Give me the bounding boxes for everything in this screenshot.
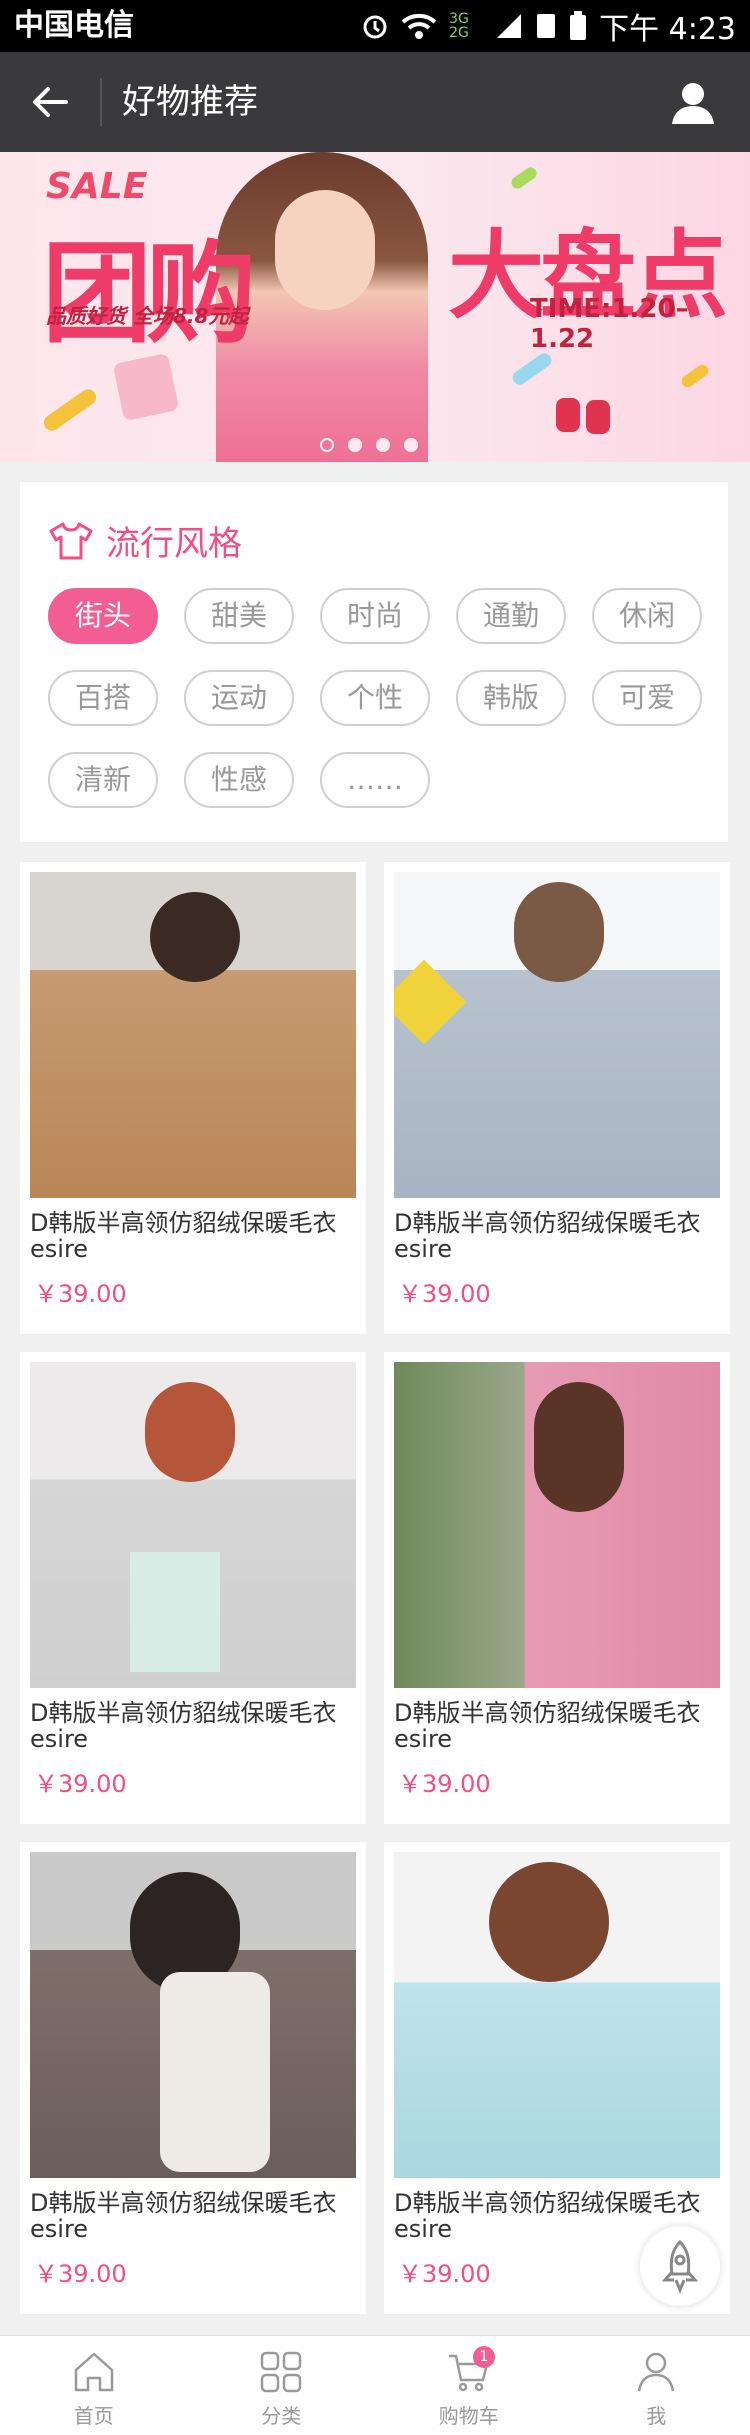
product-name: D韩版半高领仿貂绒保暖毛衣esire	[30, 1209, 337, 1263]
style-tag[interactable]: 时尚	[320, 588, 430, 644]
page-title: 好物推荐	[122, 82, 258, 122]
banner-decoration	[509, 165, 539, 191]
product-image	[394, 872, 720, 1198]
tab-label: 我	[646, 2404, 667, 2428]
carousel-dot[interactable]	[348, 438, 362, 452]
carousel-dot[interactable]	[376, 438, 390, 452]
product-figure	[394, 959, 467, 1045]
product-figure	[489, 1862, 609, 1982]
style-tag[interactable]: 甜美	[184, 588, 294, 644]
tab-label: 分类	[261, 2404, 302, 2428]
product-price: ￥39.00	[398, 1770, 491, 1798]
product-price: ￥39.00	[34, 2260, 127, 2288]
tab-cart[interactable]: 1 购物车	[375, 2336, 563, 2435]
sim-icon	[537, 14, 556, 38]
product-image	[394, 1362, 720, 1688]
style-tag[interactable]: 休闲	[592, 588, 702, 644]
carrier-name: 中国电信	[14, 8, 134, 43]
rocket-icon	[661, 2239, 699, 2295]
style-tag[interactable]: 性感	[184, 752, 294, 808]
cart-badge: 1	[473, 2346, 495, 2368]
product-image	[394, 1852, 720, 2178]
product-image	[30, 872, 356, 1198]
grid-icon	[261, 2351, 302, 2393]
alarm-icon	[363, 15, 387, 39]
product-card[interactable]: D韩版半高领仿貂绒保暖毛衣esire ￥39.00	[384, 862, 730, 1334]
product-card[interactable]: D韩版半高领仿貂绒保暖毛衣esire ￥39.00	[384, 1352, 730, 1824]
product-price: ￥39.00	[34, 1280, 127, 1308]
product-figure	[514, 882, 604, 982]
network-type: 3G 2G	[449, 11, 469, 41]
tab-label: 首页	[73, 2404, 114, 2428]
product-card[interactable]: D韩版半高领仿貂绒保暖毛衣esire ￥39.00	[20, 1842, 366, 2314]
product-grid: D韩版半高领仿貂绒保暖毛衣esire ￥39.00 D韩版半高领仿貂绒保暖毛衣e…	[20, 862, 730, 2314]
tab-bar: 首页 分类 1 购物车 我	[0, 2335, 750, 2435]
banner-decoration	[509, 350, 555, 388]
product-figure	[130, 1552, 220, 1672]
banner-sale-text: SALE	[46, 166, 148, 207]
tab-label: 购物车	[438, 2404, 499, 2428]
product-price: ￥39.00	[34, 1770, 127, 1798]
tab-me[interactable]: 我	[563, 2336, 750, 2435]
style-tag[interactable]: 百搭	[48, 670, 158, 726]
battery-icon	[570, 11, 587, 40]
banner-decoration	[40, 386, 100, 434]
carousel-dots	[320, 438, 418, 452]
banner-decoration	[586, 400, 610, 434]
style-tag[interactable]: 个性	[320, 670, 430, 726]
more-tags-button[interactable]: ……	[320, 752, 430, 808]
nav-divider	[100, 78, 102, 126]
home-icon	[74, 2352, 113, 2392]
nav-bar: 好物推荐	[0, 52, 750, 152]
carousel-dot[interactable]	[404, 438, 418, 452]
promo-banner[interactable]: SALE 团购 品质好货 全场8.8元起 大盘点 TIME:1.20–1.22	[0, 152, 750, 462]
banner-time: TIME:1.20–1.22	[530, 294, 689, 354]
banner-model-face	[275, 190, 375, 310]
style-tag[interactable]: 运动	[184, 670, 294, 726]
carousel-dot[interactable]	[320, 438, 334, 452]
banner-decoration	[679, 362, 711, 390]
signal-icon	[497, 14, 522, 38]
back-arrow-icon[interactable]	[30, 82, 70, 122]
tab-category[interactable]: 分类	[188, 2336, 376, 2435]
tab-home[interactable]: 首页	[0, 2336, 188, 2435]
styles-section: 流行风格 街头 甜美 时尚 通勤 休闲 百搭 运动 个性 韩版 可爱 清新 性感…	[20, 482, 728, 842]
banner-headline: 团购	[42, 229, 256, 358]
style-tag[interactable]: 通勤	[456, 588, 566, 644]
product-name: D韩版半高领仿貂绒保暖毛衣esire	[30, 1699, 337, 1753]
user-icon[interactable]	[670, 80, 716, 126]
product-price: ￥39.00	[398, 2260, 491, 2288]
status-bar: 中国电信 3G 2G 下午 4:23	[0, 0, 750, 52]
product-figure	[150, 892, 240, 982]
product-image	[30, 1362, 356, 1688]
status-icons: 3G 2G 下午 4:23	[361, 8, 736, 47]
user-icon	[638, 2352, 675, 2392]
product-figure	[145, 1382, 235, 1482]
styles-header: 流行风格	[48, 516, 242, 565]
product-image	[30, 1852, 356, 2178]
product-price: ￥39.00	[398, 1280, 491, 1308]
banner-subline: 品质好货 全场8.8元起	[46, 304, 249, 328]
clock-time: 下午 4:23	[599, 12, 736, 47]
tshirt-icon	[49, 522, 93, 559]
product-card[interactable]: D韩版半高领仿貂绒保暖毛衣esire ￥39.00	[20, 862, 366, 1334]
product-name: D韩版半高领仿貂绒保暖毛衣esire	[30, 2189, 337, 2243]
styles-title: 流行风格	[106, 524, 242, 564]
product-figure	[160, 1972, 270, 2172]
product-figure	[534, 1382, 624, 1512]
style-tags: 街头 甜美 时尚 通勤 休闲 百搭 运动 个性 韩版 可爱 清新 性感 ……	[48, 588, 718, 808]
product-card[interactable]: D韩版半高领仿貂绒保暖毛衣esire ￥39.00	[20, 1352, 366, 1824]
style-tag[interactable]: 街头	[48, 588, 158, 644]
product-name: D韩版半高领仿貂绒保暖毛衣esire	[394, 1699, 701, 1753]
back-to-top-button[interactable]	[640, 2226, 720, 2306]
style-tag[interactable]: 韩版	[456, 670, 566, 726]
style-tag[interactable]: 可爱	[592, 670, 702, 726]
banner-decoration	[556, 398, 580, 432]
product-name: D韩版半高领仿貂绒保暖毛衣esire	[394, 1209, 701, 1263]
style-tag[interactable]: 清新	[48, 752, 158, 808]
wifi-icon	[401, 13, 437, 39]
